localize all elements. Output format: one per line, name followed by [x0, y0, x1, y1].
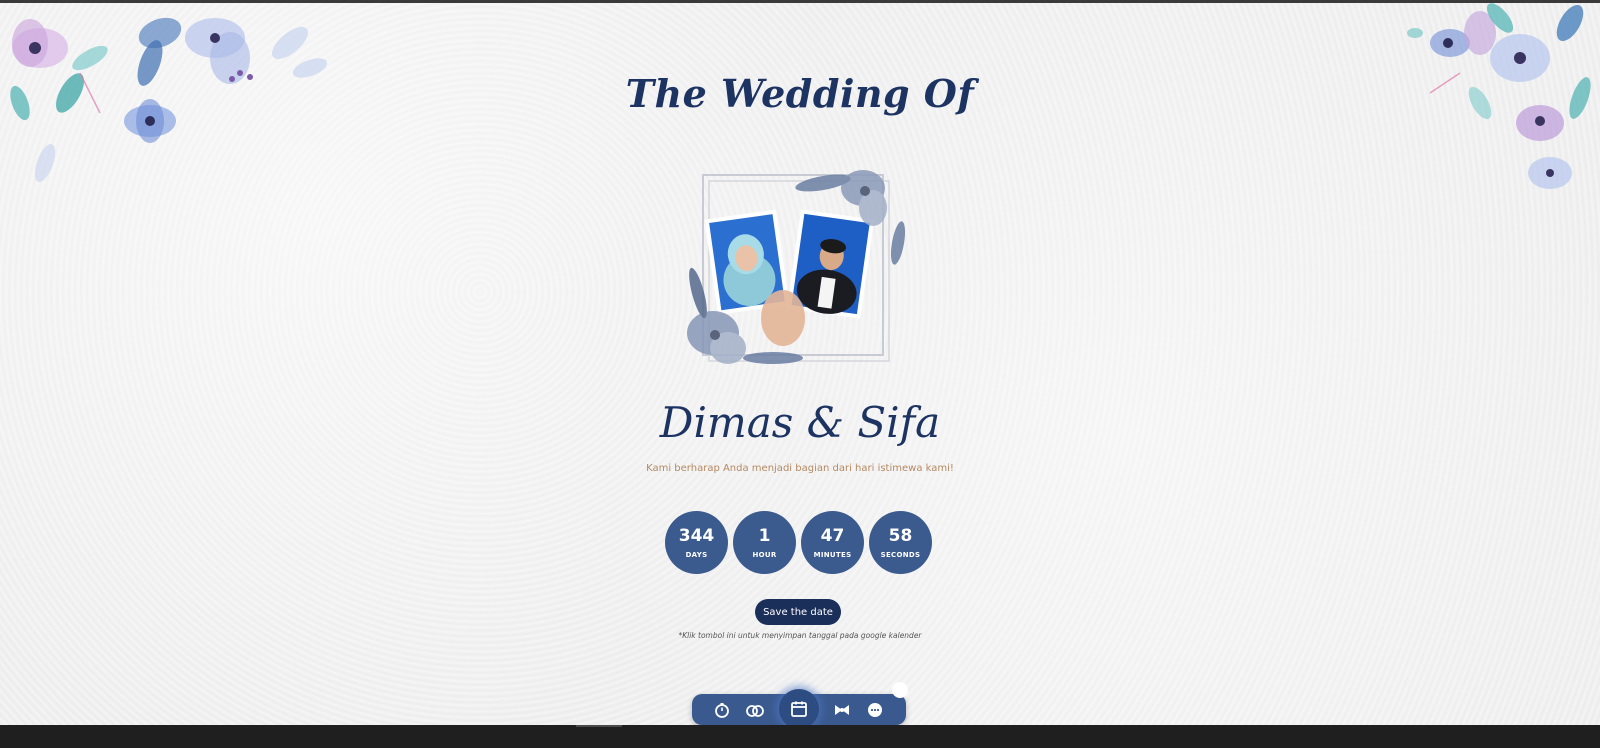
countdown-label: SECONDS [880, 550, 921, 559]
countdown-days: 344 DAYS [665, 511, 728, 574]
countdown-value: 344 [678, 525, 715, 546]
countdown-label: HOUR [752, 550, 777, 559]
invitation-page: The Wedding Of Dimas & Sifa Kami berhara… [0, 3, 1600, 725]
countdown-hours: 1 HOUR [733, 511, 796, 574]
bottom-bar [0, 725, 1600, 748]
bow-icon[interactable] [832, 700, 852, 720]
page-title: The Wedding Of [625, 71, 975, 116]
bottom-bar-handle [576, 725, 622, 727]
countdown-minutes: 47 MINUTES [801, 511, 864, 574]
rings-icon[interactable] [745, 700, 765, 720]
countdown-value: 1 [758, 525, 771, 546]
countdown-label: MINUTES [813, 550, 852, 559]
stopwatch-icon[interactable] [712, 700, 732, 720]
couple-names: Dimas & Sifa [659, 398, 941, 447]
save-the-date-button[interactable]: Save the date [755, 599, 841, 625]
countdown-seconds: 58 SECONDS [869, 511, 932, 574]
chat-icon[interactable] [865, 700, 885, 720]
countdown-label: DAYS [685, 550, 708, 559]
save-date-note: *Klik tombol ini untuk menyimpan tanggal… [678, 631, 922, 640]
countdown-value: 58 [888, 525, 913, 546]
countdown-value: 47 [820, 525, 845, 546]
countdown: 344 DAYS 1 HOUR 47 MINUTES 58 SECONDS [665, 511, 935, 575]
calendar-icon[interactable] [779, 689, 819, 729]
couple-photo [673, 153, 928, 388]
tagline: Kami berharap Anda menjadi bagian dari h… [646, 463, 954, 474]
browser-frame: The Wedding Of Dimas & Sifa Kami berhara… [0, 0, 1600, 748]
scroll-indicator-dot[interactable] [892, 682, 908, 698]
